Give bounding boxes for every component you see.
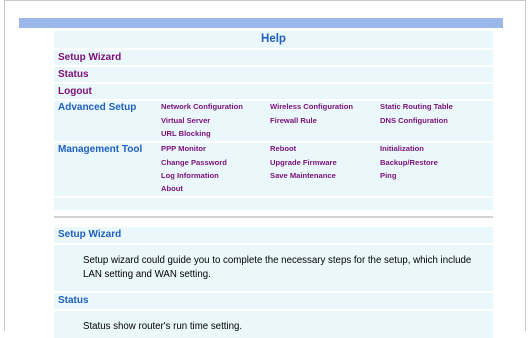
link-logout[interactable]: Logout [54, 82, 493, 99]
link-ppp-monitor[interactable]: PPP Monitor [161, 143, 270, 155]
link-status-label[interactable]: Status [58, 69, 89, 80]
grid-spacer [54, 115, 161, 127]
advanced-setup-label: Advanced Setup [58, 102, 137, 113]
help-content: Help Setup Wizard Status Logout Advanced… [54, 31, 493, 338]
link-initialization[interactable]: Initialization [380, 143, 489, 155]
grid-spacer [380, 128, 489, 140]
grid-spacer [54, 128, 161, 140]
link-firewall-rule[interactable]: Firewall Rule [270, 115, 380, 127]
grid-spacer [54, 183, 161, 195]
grid-spacer [54, 170, 161, 182]
section-heading-setup-wizard: Setup Wizard [54, 227, 493, 243]
grid-spacer [54, 157, 161, 169]
menu-bottom-spacer [54, 196, 493, 210]
link-change-password[interactable]: Change Password [161, 157, 270, 169]
link-setup-wizard[interactable]: Setup Wizard [54, 48, 493, 65]
browser-frame: Help Setup Wizard Status Logout Advanced… [4, 0, 526, 338]
link-ping[interactable]: Ping [380, 170, 489, 182]
management-tool-group: Management Tool PPP Monitor Reboot Initi… [54, 141, 493, 196]
link-dns-configuration[interactable]: DNS Configuration [380, 115, 489, 127]
top-banner-bar [19, 18, 503, 28]
section-body-status: Status show router's run time setting. [54, 311, 493, 338]
link-static-routing-table[interactable]: Static Routing Table [380, 101, 489, 113]
section-heading-status: Status [54, 293, 493, 309]
management-tool-label: Management Tool [58, 144, 143, 155]
link-reboot[interactable]: Reboot [270, 143, 380, 155]
link-logout-label[interactable]: Logout [58, 86, 92, 97]
link-backup-restore[interactable]: Backup/Restore [380, 157, 489, 169]
section-body-setup-wizard: Setup wizard could guide you to complete… [54, 245, 493, 291]
link-url-blocking[interactable]: URL Blocking [161, 128, 270, 140]
grid-spacer [270, 128, 380, 140]
link-save-maintenance[interactable]: Save Maintenance [270, 170, 380, 182]
link-status[interactable]: Status [54, 65, 493, 82]
page-title: Help [54, 31, 493, 48]
link-virtual-server[interactable]: Virtual Server [161, 115, 270, 127]
advanced-setup-group: Advanced Setup Network Configuration Wir… [54, 99, 493, 141]
grid-spacer [380, 183, 489, 195]
link-network-configuration[interactable]: Network Configuration [161, 101, 270, 113]
link-wireless-configuration[interactable]: Wireless Configuration [270, 101, 380, 113]
link-setup-wizard-label[interactable]: Setup Wizard [58, 52, 121, 63]
grid-spacer [270, 183, 380, 195]
link-log-information[interactable]: Log Information [161, 170, 270, 182]
link-upgrade-firmware[interactable]: Upgrade Firmware [270, 157, 380, 169]
link-about[interactable]: About [161, 183, 270, 195]
